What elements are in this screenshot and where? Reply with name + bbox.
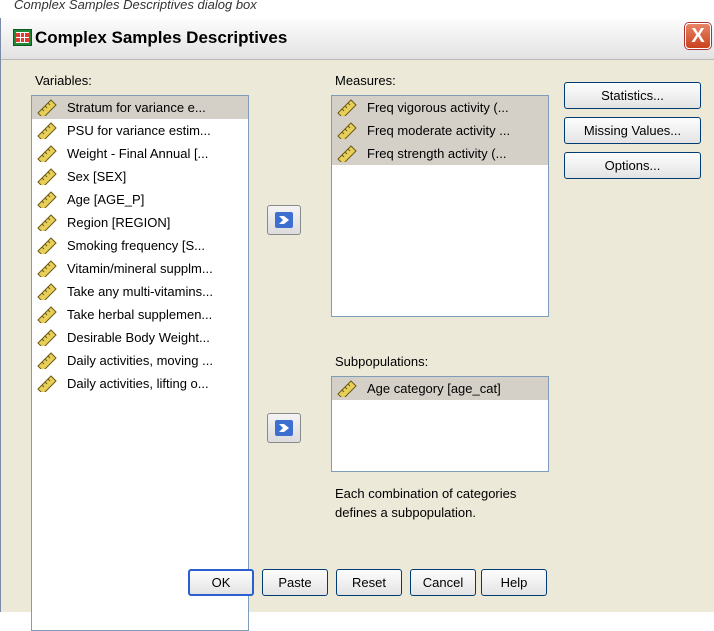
close-button[interactable]: X (685, 23, 711, 49)
spss-app-icon (13, 29, 32, 46)
list-item[interactable]: Freq moderate activity ... (332, 119, 548, 142)
subpopulations-listbox[interactable]: Age category [age_cat] (331, 376, 549, 472)
scale-ruler-icon (37, 260, 57, 277)
right-arrow-icon (275, 420, 293, 436)
list-item-label: Age category [age_cat] (367, 381, 501, 396)
scale-ruler-icon (37, 168, 57, 185)
list-item-label: Desirable Body Weight... (67, 330, 210, 345)
list-item-label: Sex [SEX] (67, 169, 127, 184)
list-item-label: Age [AGE_P] (67, 192, 145, 207)
list-item[interactable]: Region [REGION] (32, 211, 248, 234)
list-item-label: Freq strength activity (... (367, 146, 507, 161)
list-item-label: Daily activities, lifting o... (67, 376, 209, 391)
list-item[interactable]: Sex [SEX] (32, 165, 248, 188)
list-item[interactable]: Smoking frequency [S... (32, 234, 248, 257)
statistics-button[interactable]: Statistics... (564, 82, 701, 109)
figure-caption: Complex Samples Descriptives dialog box (0, 0, 714, 18)
list-item-label: Region [REGION] (67, 215, 171, 230)
title-bar[interactable]: Complex Samples Descriptives X (1, 18, 714, 60)
scale-ruler-icon (37, 191, 57, 208)
list-item[interactable]: Weight - Final Annual [... (32, 142, 248, 165)
list-item[interactable]: Take herbal supplemen... (32, 303, 248, 326)
list-item[interactable]: Freq strength activity (... (332, 142, 548, 165)
scale-ruler-icon (37, 122, 57, 139)
list-item[interactable]: Daily activities, lifting o... (32, 372, 248, 395)
missing-values-button[interactable]: Missing Values... (564, 117, 701, 144)
list-item[interactable]: PSU for variance estim... (32, 119, 248, 142)
list-item-label: Take any multi-vitamins... (67, 284, 213, 299)
measures-listbox[interactable]: Freq vigorous activity (... Freq moderate… (331, 95, 549, 317)
scale-ruler-icon (37, 145, 57, 162)
subpopulation-note: Each combination of categories defines a… (335, 486, 517, 520)
subpopulations-label: Subpopulations: (335, 354, 429, 369)
cancel-button[interactable]: Cancel (410, 569, 476, 596)
list-item-label: Freq vigorous activity (... (367, 100, 509, 115)
scale-ruler-icon (37, 99, 57, 116)
scale-ruler-icon (37, 283, 57, 300)
list-item-label: Daily activities, moving ... (67, 353, 213, 368)
reset-button[interactable]: Reset (336, 569, 402, 596)
right-arrow-icon (275, 212, 293, 228)
scale-ruler-icon (37, 329, 57, 346)
list-item-label: Freq moderate activity ... (367, 123, 511, 138)
list-item-label: Vitamin/mineral supplm... (67, 261, 213, 276)
scale-ruler-icon (337, 122, 357, 139)
scale-ruler-icon (37, 237, 57, 254)
scale-ruler-icon (37, 375, 57, 392)
scale-ruler-icon (37, 214, 57, 231)
list-item[interactable]: Daily activities, moving ... (32, 349, 248, 372)
scale-ruler-icon (337, 99, 357, 116)
scale-ruler-icon (37, 352, 57, 369)
ok-button[interactable]: OK (188, 569, 254, 596)
list-item[interactable]: Age category [age_cat] (332, 377, 548, 400)
dialog-title: Complex Samples Descriptives (35, 28, 288, 47)
dialog-window: Complex Samples Descriptives X Variables… (0, 18, 714, 631)
list-item[interactable]: Age [AGE_P] (32, 188, 248, 211)
figure-caption-text: Complex Samples Descriptives dialog box (14, 0, 257, 12)
list-item[interactable]: Desirable Body Weight... (32, 326, 248, 349)
list-item[interactable]: Vitamin/mineral supplm... (32, 257, 248, 280)
list-item-label: Smoking frequency [S... (67, 238, 206, 253)
paste-button[interactable]: Paste (262, 569, 328, 596)
list-item[interactable]: Take any multi-vitamins... (32, 280, 248, 303)
move-to-measures-button[interactable] (267, 205, 301, 235)
scale-ruler-icon (37, 306, 57, 323)
variables-listbox[interactable]: Stratum for variance e... PSU for varianc… (31, 95, 249, 631)
help-button[interactable]: Help (481, 569, 547, 596)
variables-label: Variables: (35, 73, 92, 88)
list-item[interactable]: Freq vigorous activity (... (332, 96, 548, 119)
move-to-subpopulations-button[interactable] (267, 413, 301, 443)
scale-ruler-icon (337, 145, 357, 162)
list-item-label: PSU for variance estim... (67, 123, 211, 138)
list-item-label: Take herbal supplemen... (67, 307, 213, 322)
scale-ruler-icon (337, 380, 357, 397)
list-item[interactable]: Stratum for variance e... (32, 96, 248, 119)
list-item-label: Weight - Final Annual [... (67, 146, 209, 161)
measures-label: Measures: (335, 73, 396, 88)
list-item-label: Stratum for variance e... (67, 100, 206, 115)
options-button[interactable]: Options... (564, 152, 701, 179)
